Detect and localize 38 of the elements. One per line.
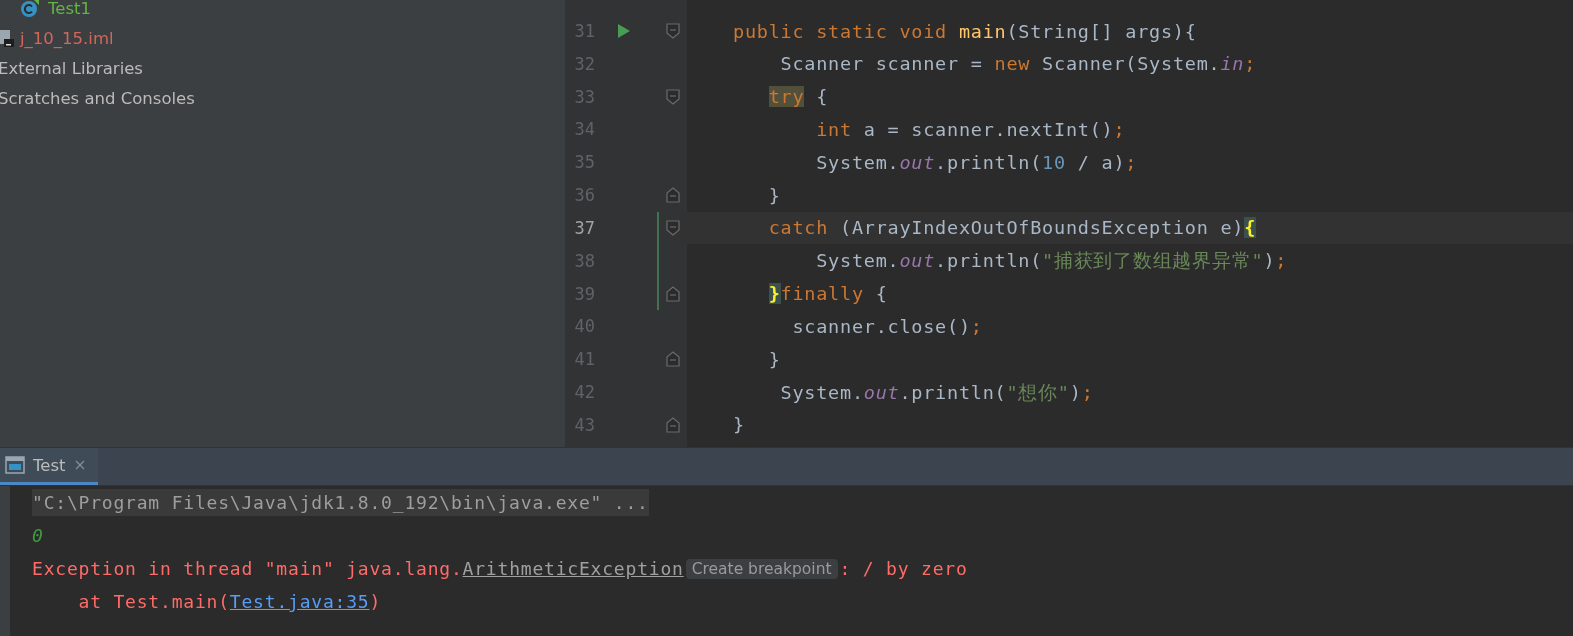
tree-item[interactable]: External Libraries bbox=[0, 58, 143, 78]
code-line: catch (ArrayIndexOutOfBoundsException e){ bbox=[767, 217, 1257, 239]
code-line: } bbox=[767, 184, 781, 206]
exception-link[interactable]: ArithmeticException bbox=[462, 558, 684, 579]
run-tab[interactable]: Test bbox=[0, 448, 98, 485]
code-line: Scanner scanner = new Scanner(System.in; bbox=[779, 53, 1257, 75]
console-text: ) bbox=[369, 591, 382, 612]
tree-item[interactable]: j_10_15.iml bbox=[20, 28, 114, 48]
source-link[interactable]: Test.java:35 bbox=[229, 591, 370, 612]
close-icon[interactable] bbox=[73, 459, 86, 471]
console-icon bbox=[5, 456, 25, 474]
tree-item[interactable]: Test1 bbox=[48, 0, 91, 18]
run-icon[interactable] bbox=[616, 23, 631, 39]
line-number: 37 bbox=[573, 217, 595, 238]
code-line: int a = scanner.nextInt(); bbox=[815, 119, 1126, 140]
fold-icon[interactable] bbox=[666, 88, 680, 105]
module-file-icon bbox=[0, 28, 16, 48]
code-line: scanner.close(); bbox=[791, 315, 983, 337]
code-line: public static void main(String[] args){ bbox=[733, 20, 1197, 42]
fold-icon[interactable] bbox=[666, 219, 680, 236]
code-line: }finally { bbox=[767, 283, 888, 305]
fold-icon[interactable] bbox=[666, 351, 680, 368]
console-text: Exception in thread "main" java.lang. bbox=[32, 558, 463, 579]
fold-icon[interactable] bbox=[666, 416, 680, 433]
console-text: at Test.main( bbox=[77, 591, 230, 612]
fold-icon[interactable] bbox=[666, 285, 680, 302]
code-line: System.out.println("想你"); bbox=[779, 380, 1094, 405]
class-icon bbox=[20, 0, 40, 18]
code-line: } bbox=[733, 414, 745, 436]
code-line: try { bbox=[767, 86, 829, 108]
code-line: } bbox=[767, 348, 781, 370]
breakpoint-tooltip[interactable]: Create breakpoint bbox=[685, 558, 838, 579]
console-output: 0 bbox=[32, 525, 44, 546]
code-line: System.out.println("捕获到了数组越界异常"); bbox=[815, 249, 1288, 274]
fold-icon[interactable] bbox=[666, 23, 680, 39]
fold-icon[interactable] bbox=[666, 187, 680, 204]
code-line: System.out.println(10 / a); bbox=[815, 151, 1138, 173]
console-text: : / by zero bbox=[839, 558, 968, 579]
